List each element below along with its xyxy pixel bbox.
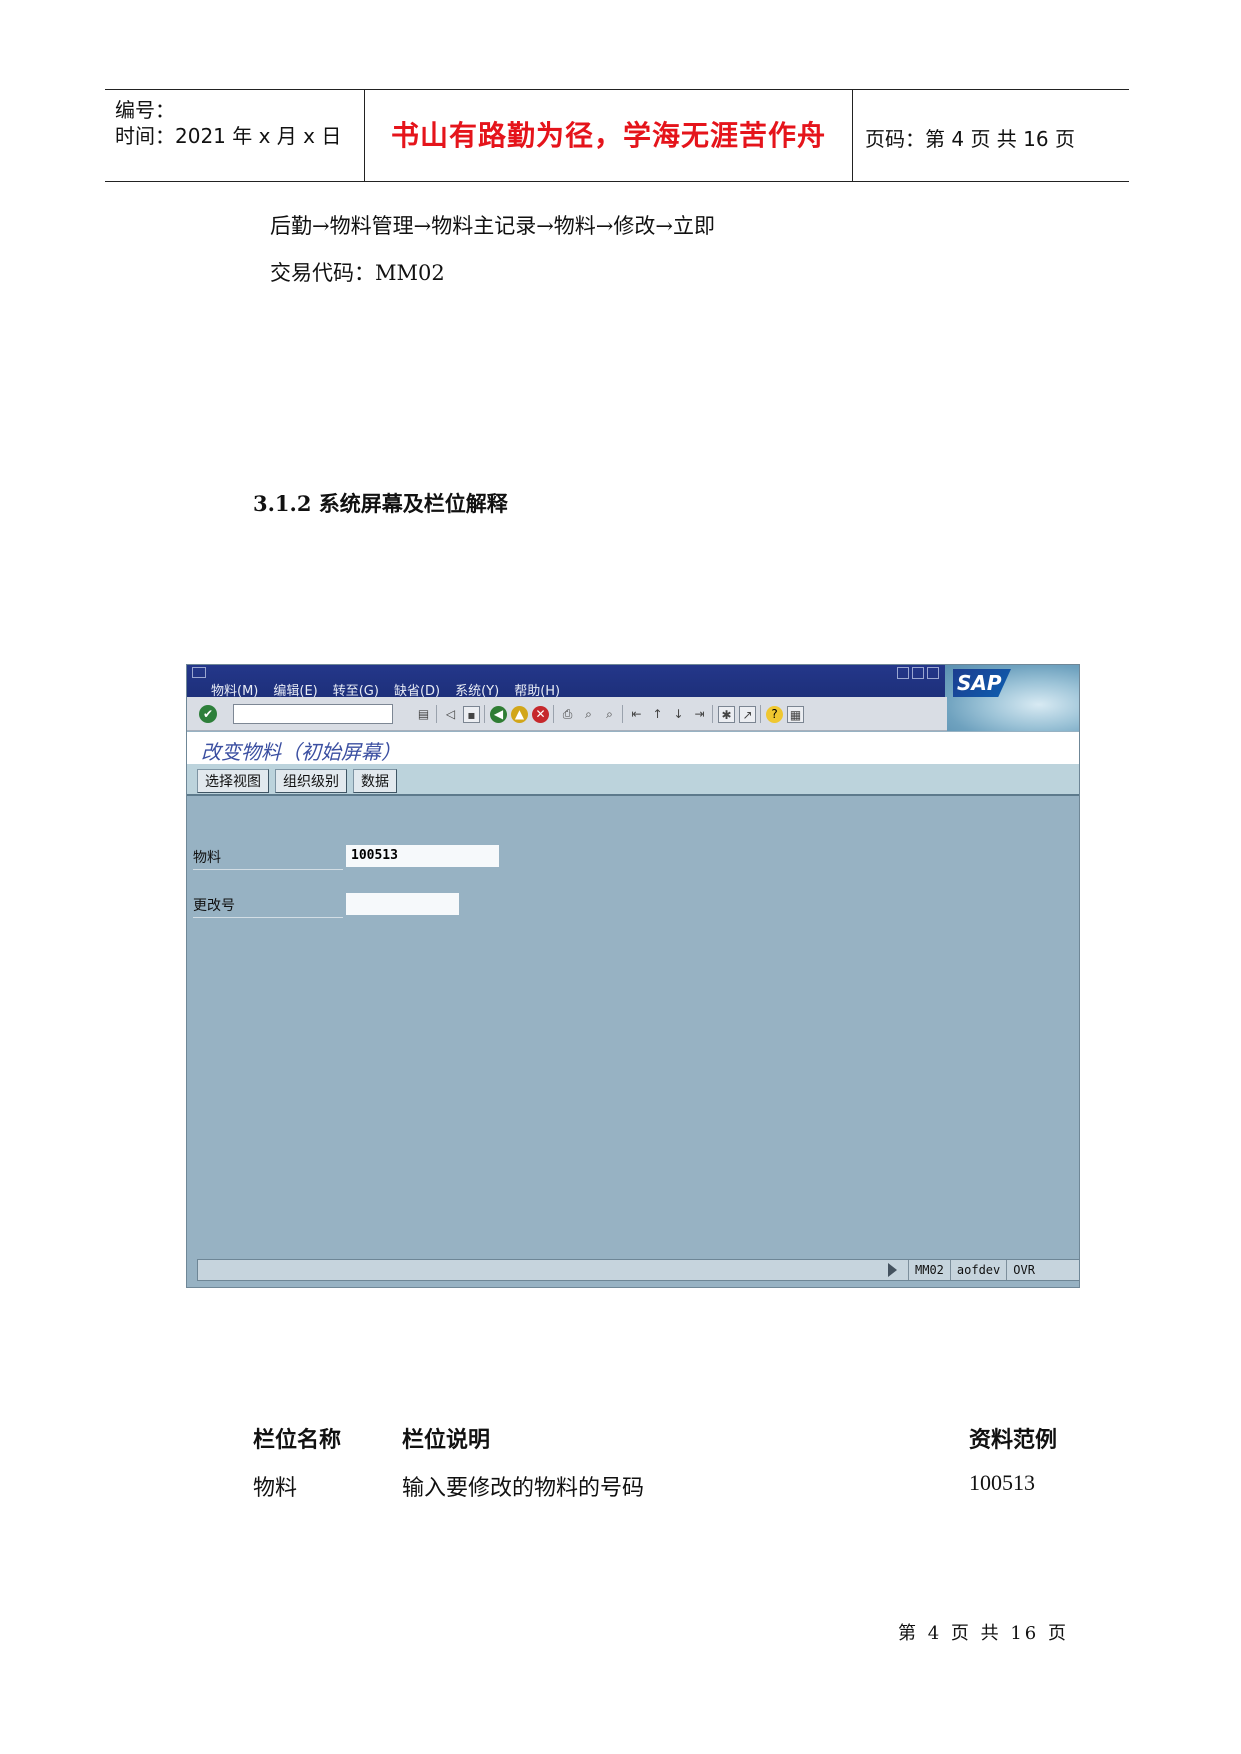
sap-window-screenshot: 物料(M) 编辑(E) 转至(G) 缺省(D) 系统(Y) 帮助(H) SAP … (186, 664, 1080, 1288)
table-cell-field-desc: 输入要修改的物料的号码 (402, 1476, 645, 1501)
header-left-cell: 编号： 时间：2021 年 x 月 x 日 (105, 90, 365, 181)
exit-icon[interactable]: ▲ (511, 705, 528, 723)
change-number-label: 更改号 (193, 895, 343, 918)
close-icon[interactable] (927, 667, 939, 679)
sap-title-bar: 改变物料（初始屏幕） (187, 732, 1079, 764)
window-menu-icon[interactable] (192, 667, 206, 678)
section-title: 3.1.2 系统屏幕及栏位解释 (253, 491, 508, 516)
toolbar-separator (436, 705, 438, 723)
status-server: aofdev (949, 1260, 1006, 1280)
change-number-input[interactable] (346, 893, 459, 915)
doc-time-label: 时间：2021 年 x 月 x 日 (115, 124, 342, 148)
window-controls (897, 667, 939, 679)
material-input[interactable]: 100513 (346, 845, 499, 867)
transaction-code-text: 交易代码：MM02 (270, 261, 445, 285)
sap-logo: SAP (953, 669, 1011, 697)
last-page-icon[interactable]: ⇥ (691, 706, 708, 723)
back-arrow-icon[interactable]: ◁ (442, 706, 459, 723)
header-motto: 书山有路勤为径，学海无涯苦作舟 (390, 119, 826, 152)
select-views-button[interactable]: 选择视图 (197, 769, 269, 793)
app-button-group: 选择视图 组织级别 数据 (197, 769, 397, 793)
sap-status-bar: MM02 aofdev OVR (197, 1259, 1079, 1281)
first-page-icon[interactable]: ⇤ (628, 706, 645, 723)
menu-path-text: 后勤→物料管理→物料主记录→物料→修改→立即 (270, 214, 715, 238)
back-icon[interactable]: ◀ (490, 705, 507, 723)
maximize-icon[interactable] (912, 667, 924, 679)
status-transaction: MM02 (908, 1260, 950, 1280)
table-cell-field-name: 物料 (253, 1476, 298, 1501)
cancel-icon[interactable]: ✕ (532, 705, 549, 723)
command-history-icon[interactable]: ▤ (415, 706, 432, 723)
next-page-icon[interactable]: ↓ (670, 706, 687, 723)
save-icon[interactable]: ▪ (463, 705, 480, 723)
toolbar-separator (760, 705, 762, 723)
doc-number-label: 编号： (115, 98, 175, 122)
page-header: 编号： 时间：2021 年 x 月 x 日 书山有路勤为径，学海无涯苦作舟 页码… (105, 89, 1129, 182)
table-header-field-desc: 栏位说明 (402, 1427, 491, 1453)
toolbar-icons: ▤ ◁ ▪ ◀ ▲ ✕ ⎙ ⌕ ⌕ ⇤ ↑ ↓ ⇥ ✱ ↗ ? ▦ (415, 705, 804, 723)
table-header-example: 资料范例 (969, 1427, 1058, 1453)
table-header-field-name: 栏位名称 (253, 1427, 342, 1453)
sap-application-toolbar: 选择视图 组织级别 数据 (187, 764, 1079, 796)
toolbar-separator (622, 705, 624, 723)
sap-standard-toolbar: ✔ ▤ ◁ ▪ ◀ ▲ ✕ ⎙ ⌕ ⌕ ⇤ ↑ ↓ ⇥ ✱ ↗ ? ▦ (187, 697, 947, 731)
header-center-cell: 书山有路勤为径，学海无涯苦作舟 (365, 90, 853, 181)
header-page-number: 页码：第 4 页 共 16 页 (865, 127, 1075, 151)
toolbar-separator (712, 705, 714, 723)
table-cell-example: 100513 (969, 1470, 1035, 1495)
command-field[interactable] (233, 704, 393, 724)
shortcut-icon[interactable]: ↗ (739, 705, 756, 723)
new-session-icon[interactable]: ✱ (718, 705, 735, 723)
data-button[interactable]: 数据 (353, 769, 397, 793)
status-expand-icon[interactable] (888, 1263, 897, 1277)
material-label: 物料 (193, 847, 343, 870)
enter-check-icon[interactable]: ✔ (199, 705, 217, 723)
find-icon[interactable]: ⌕ (580, 706, 597, 723)
org-levels-button[interactable]: 组织级别 (275, 769, 347, 793)
previous-page-icon[interactable]: ↑ (649, 706, 666, 723)
print-icon[interactable]: ⎙ (559, 706, 576, 723)
layout-menu-icon[interactable]: ▦ (787, 705, 804, 723)
minimize-icon[interactable] (897, 667, 909, 679)
status-mode[interactable]: OVR (1006, 1260, 1041, 1280)
toolbar-separator (484, 705, 486, 723)
screen-title: 改变物料（初始屏幕） (201, 740, 401, 764)
page-footer: 第 4 页 共 16 页 (898, 1623, 1069, 1644)
toolbar-separator (553, 705, 555, 723)
sap-logo-banner: SAP (945, 665, 1079, 731)
help-icon[interactable]: ? (766, 705, 783, 723)
find-next-icon[interactable]: ⌕ (601, 706, 618, 723)
header-right-cell: 页码：第 4 页 共 16 页 (853, 90, 1129, 181)
status-cells: MM02 aofdev OVR (908, 1260, 1041, 1280)
